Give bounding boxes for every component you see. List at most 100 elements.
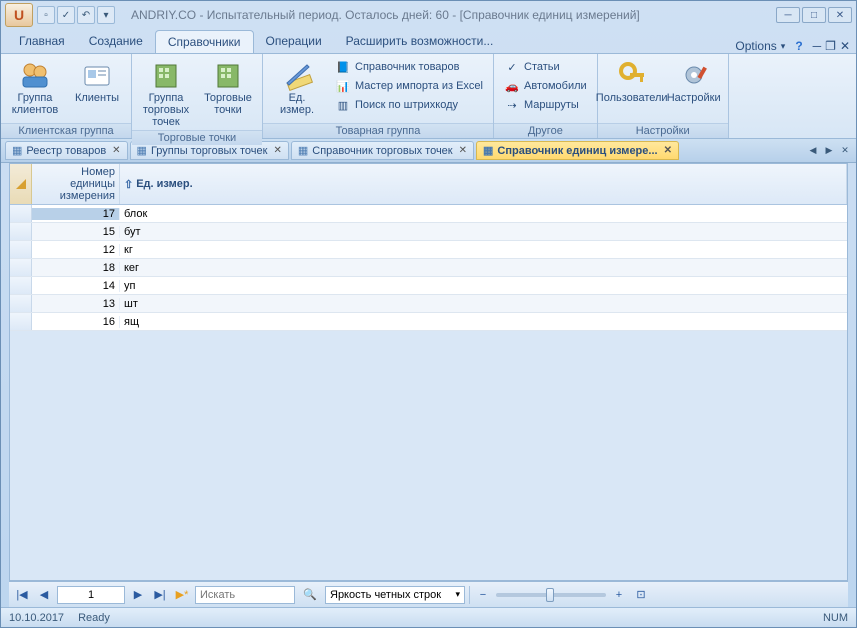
- nav-first-icon[interactable]: |◀: [13, 586, 31, 604]
- options-dropdown-icon[interactable]: ▾: [781, 41, 786, 52]
- maximize-button[interactable]: □: [802, 7, 826, 23]
- table-row[interactable]: 12кг: [10, 241, 847, 259]
- doc-tab-label: Справочник единиц измере...: [497, 145, 657, 157]
- row-indicator: [10, 277, 32, 294]
- table-row[interactable]: 14уп: [10, 277, 847, 295]
- nav-next-icon[interactable]: ▶: [129, 586, 147, 604]
- table-row[interactable]: 16ящ: [10, 313, 847, 331]
- ribbon-barcode-search[interactable]: ▥ Поиск по штрихкоду: [331, 96, 487, 114]
- ribbon-routes[interactable]: ⇢Маршруты: [500, 96, 591, 114]
- ribbon-import-wizard[interactable]: 📊Мастер импорта из Excel: [331, 77, 487, 95]
- ribbon-cars[interactable]: 🚗Автомобили: [500, 77, 591, 95]
- qat-dropdown-icon[interactable]: ▾: [97, 6, 115, 24]
- cell-number: 16: [32, 316, 120, 328]
- cell-number: 13: [32, 298, 120, 310]
- tab-scroll-left-icon[interactable]: ◀: [806, 144, 820, 158]
- ribbon-label: Группаклиентов: [12, 92, 59, 116]
- menu-tab-4[interactable]: Расширить возможности...: [334, 30, 506, 53]
- column-header-number[interactable]: Номер единицы измерения: [32, 164, 120, 204]
- ribbon-group-label: Товарная группа: [263, 123, 493, 138]
- doc-tab-2[interactable]: ▦Справочник торговых точек✕: [291, 141, 474, 160]
- doc-tab-0[interactable]: ▦Реестр товаров✕: [5, 141, 128, 160]
- row-indicator: [10, 223, 32, 240]
- options-link[interactable]: Options: [735, 39, 776, 53]
- nav-page-input[interactable]: [57, 586, 125, 604]
- group-clients-icon: [18, 58, 52, 92]
- cell-number: 15: [32, 226, 120, 238]
- ribbon-trade-points[interactable]: Торговыеточки: [200, 56, 256, 118]
- ribbon-goods-catalog[interactable]: 📘Справочник товаров: [331, 58, 487, 76]
- doc-tab-icon: ▦: [483, 144, 493, 157]
- ribbon: ГруппаклиентовКлиентыКлиентская группаГр…: [1, 53, 856, 139]
- table-row[interactable]: 17блок: [10, 205, 847, 223]
- zoom-slider[interactable]: [496, 593, 606, 597]
- cell-number: 18: [32, 262, 120, 274]
- nav-last-icon[interactable]: ▶|: [151, 586, 169, 604]
- grid-body[interactable]: 17блок15бут12кг18кег14уп13шт16ящ: [10, 205, 847, 580]
- doc-tab-close-icon[interactable]: ✕: [459, 145, 467, 156]
- nav-new-icon[interactable]: ▶*: [173, 586, 191, 604]
- users-icon: [615, 58, 649, 92]
- menu-tab-0[interactable]: Главная: [7, 30, 77, 53]
- cell-name: блок: [120, 208, 847, 220]
- minimize-button[interactable]: ─: [776, 7, 800, 23]
- doc-tab-3[interactable]: ▦ Справочник единиц измере... ✕: [476, 141, 679, 160]
- row-indicator-header[interactable]: [10, 164, 32, 204]
- ribbon-group-clients[interactable]: Группаклиентов: [7, 56, 63, 118]
- ribbon-small-label: Поиск по штрихкоду: [355, 99, 458, 111]
- ribbon-small-label: Справочник товаров: [355, 61, 460, 73]
- qat-check-icon[interactable]: ✓: [57, 6, 75, 24]
- ribbon-group: ПользователиНастройкиНастройки: [598, 54, 729, 138]
- table-row[interactable]: 13шт: [10, 295, 847, 313]
- mdi-restore-icon[interactable]: ❐: [825, 39, 836, 53]
- ribbon-tabs: ГлавнаяСозданиеСправочникиОперацииРасшир…: [1, 29, 856, 53]
- mdi-close-icon[interactable]: ✕: [840, 39, 850, 53]
- app-logo[interactable]: U: [5, 3, 33, 27]
- tab-scroll-right-icon[interactable]: ▶: [822, 144, 836, 158]
- ribbon-group: Ед.измер. 📘Справочник товаров📊Мастер импо…: [263, 54, 494, 138]
- help-icon[interactable]: ?: [795, 39, 802, 53]
- ribbon-label: Ед.измер.: [280, 92, 314, 116]
- cell-name: ящ: [120, 316, 847, 328]
- qat-undo-icon[interactable]: ↶: [77, 6, 95, 24]
- zoom-fit-icon[interactable]: ⊡: [632, 586, 650, 604]
- nav-search-input[interactable]: [195, 586, 295, 604]
- ribbon-group-label: Другое: [494, 123, 597, 138]
- ribbon-settings[interactable]: Настройки: [666, 56, 722, 106]
- ribbon-unit-measure[interactable]: Ед.измер.: [269, 56, 325, 118]
- row-indicator: [10, 259, 32, 276]
- menu-tab-1[interactable]: Создание: [77, 30, 155, 53]
- nav-find-icon[interactable]: 🔍: [299, 586, 321, 604]
- titlebar: U ▫ ✓ ↶ ▾ ANDRIY.CO - Испытательный пери…: [1, 1, 856, 29]
- menu-tab-2[interactable]: Справочники: [155, 30, 254, 53]
- zoom-out-icon[interactable]: −: [474, 586, 492, 604]
- cell-number: 12: [32, 244, 120, 256]
- close-button[interactable]: ✕: [828, 7, 852, 23]
- unit-measure-icon: [280, 58, 314, 92]
- menu-tab-3[interactable]: Операции: [254, 30, 334, 53]
- doc-tab-close-icon[interactable]: ✕: [664, 145, 672, 156]
- zoom-in-icon[interactable]: +: [610, 586, 628, 604]
- ribbon-articles[interactable]: ✓Статьи: [500, 58, 591, 76]
- nav-brightness-combo[interactable]: Яркость четных строк▾: [325, 586, 465, 604]
- qat-new-icon[interactable]: ▫: [37, 6, 55, 24]
- table-row[interactable]: 18кег: [10, 259, 847, 277]
- ribbon-clients[interactable]: Клиенты: [69, 56, 125, 106]
- row-indicator: [10, 295, 32, 312]
- ribbon-small-label: Автомобили: [524, 80, 587, 92]
- ribbon-label: Пользователи: [596, 92, 668, 104]
- doc-tab-close-icon[interactable]: ✕: [273, 145, 281, 156]
- tab-close-icon[interactable]: ✕: [838, 144, 852, 158]
- column-header-name[interactable]: ⇧ Ед. измер.: [120, 164, 847, 204]
- cell-name: кег: [120, 262, 847, 274]
- mdi-minimize-icon[interactable]: ─: [813, 39, 822, 53]
- ribbon-users[interactable]: Пользователи: [604, 56, 660, 106]
- quick-access-toolbar: ▫ ✓ ↶ ▾: [37, 6, 115, 24]
- table-row[interactable]: 15бут: [10, 223, 847, 241]
- doc-tab-close-icon[interactable]: ✕: [112, 145, 120, 156]
- nav-prev-icon[interactable]: ◀: [35, 586, 53, 604]
- ribbon-group-trade-points[interactable]: Группаторговых точек: [138, 56, 194, 130]
- barcode-search-icon: ▥: [335, 97, 351, 113]
- articles-icon: ✓: [504, 59, 520, 75]
- ribbon-label: Группаторговых точек: [140, 92, 192, 128]
